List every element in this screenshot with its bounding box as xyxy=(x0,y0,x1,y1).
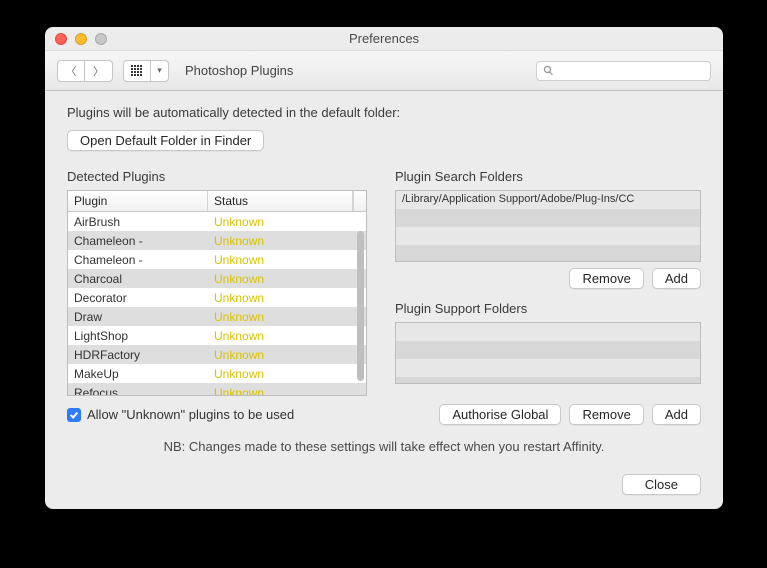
col-spacer xyxy=(353,191,366,211)
view-segment: ▾ xyxy=(123,60,169,82)
table-row[interactable]: HDRFactoryUnknown xyxy=(68,345,366,364)
support-add-button[interactable]: Add xyxy=(652,404,701,425)
list-item[interactable] xyxy=(396,323,700,341)
list-item[interactable] xyxy=(396,341,700,359)
plugin-status: Unknown xyxy=(208,234,366,248)
plugin-status: Unknown xyxy=(208,291,366,305)
plugin-name: Chameleon - xyxy=(68,234,208,248)
col-status[interactable]: Status xyxy=(208,191,353,211)
nav-segment: 〈 〉 xyxy=(57,60,113,82)
view-dropdown[interactable]: ▾ xyxy=(151,60,169,82)
plugin-name: MakeUp xyxy=(68,367,208,381)
table-row[interactable]: CharcoalUnknown xyxy=(68,269,366,288)
show-all-button[interactable] xyxy=(123,60,151,82)
allow-unknown-checkbox[interactable]: Allow "Unknown" plugins to be used xyxy=(67,407,294,422)
plugin-name: LightShop xyxy=(68,329,208,343)
table-row[interactable]: Chameleon -Unknown xyxy=(68,231,366,250)
search-add-button[interactable]: Add xyxy=(652,268,701,289)
detected-plugins-section: Detected Plugins Plugin Status AirBrushU… xyxy=(67,169,367,396)
plugin-status: Unknown xyxy=(208,253,366,267)
support-folders-list[interactable] xyxy=(395,322,701,384)
plugin-status: Unknown xyxy=(208,386,366,397)
plugin-status: Unknown xyxy=(208,272,366,286)
plugin-name: Decorator xyxy=(68,291,208,305)
table-row[interactable]: AirBrushUnknown xyxy=(68,212,366,231)
plugin-status: Unknown xyxy=(208,215,366,229)
list-item[interactable] xyxy=(396,245,700,262)
plugin-status: Unknown xyxy=(208,310,366,324)
authorise-global-button[interactable]: Authorise Global xyxy=(439,404,561,425)
list-item[interactable]: /Library/Application Support/Adobe/Plug-… xyxy=(396,191,700,209)
plugin-name: Charcoal xyxy=(68,272,208,286)
restart-note: NB: Changes made to these settings will … xyxy=(67,439,701,454)
window-title: Preferences xyxy=(45,31,723,46)
list-item[interactable] xyxy=(396,359,700,377)
list-item[interactable] xyxy=(396,227,700,245)
col-plugin[interactable]: Plugin xyxy=(68,191,208,211)
support-remove-button[interactable]: Remove xyxy=(569,404,643,425)
search-remove-button[interactable]: Remove xyxy=(569,268,643,289)
table-row[interactable]: MakeUpUnknown xyxy=(68,364,366,383)
search-folders-heading: Plugin Search Folders xyxy=(395,169,701,184)
preferences-window: Preferences 〈 〉 ▾ Photoshop Plugins Plug… xyxy=(45,27,723,509)
support-folders-heading: Plugin Support Folders xyxy=(395,301,701,316)
table-row[interactable]: DrawUnknown xyxy=(68,307,366,326)
plugin-name: HDRFactory xyxy=(68,348,208,362)
table-row[interactable]: LightShopUnknown xyxy=(68,326,366,345)
list-item[interactable] xyxy=(396,209,700,227)
plugin-name: AirBrush xyxy=(68,215,208,229)
search-folders-list[interactable]: /Library/Application Support/Adobe/Plug-… xyxy=(395,190,701,262)
allow-unknown-label: Allow "Unknown" plugins to be used xyxy=(87,407,294,422)
plugin-status: Unknown xyxy=(208,367,366,381)
open-default-folder-button[interactable]: Open Default Folder in Finder xyxy=(67,130,264,151)
search-icon xyxy=(543,65,554,76)
close-button[interactable]: Close xyxy=(622,474,701,495)
scrollbar[interactable] xyxy=(357,231,364,381)
plugin-name: Draw xyxy=(68,310,208,324)
list-item[interactable] xyxy=(396,377,700,384)
plugin-support-folders-section: Plugin Support Folders xyxy=(395,301,701,384)
plugin-name: Chameleon - xyxy=(68,253,208,267)
table-header: Plugin Status xyxy=(68,191,366,212)
plugin-status: Unknown xyxy=(208,348,366,362)
forward-button[interactable]: 〉 xyxy=(85,60,113,82)
grid-icon xyxy=(131,65,143,77)
table-row[interactable]: RefocusUnknown xyxy=(68,383,366,396)
table-row[interactable]: Chameleon -Unknown xyxy=(68,250,366,269)
intro-text: Plugins will be automatically detected i… xyxy=(67,105,701,120)
back-button[interactable]: 〈 xyxy=(57,60,85,82)
detected-plugins-table[interactable]: Plugin Status AirBrushUnknownChameleon -… xyxy=(67,190,367,396)
table-row[interactable]: DecoratorUnknown xyxy=(68,288,366,307)
checkbox-icon xyxy=(67,408,81,422)
search-input[interactable] xyxy=(558,65,704,77)
section-title: Photoshop Plugins xyxy=(185,63,293,78)
plugin-status: Unknown xyxy=(208,329,366,343)
search-field[interactable] xyxy=(536,61,711,81)
toolbar: 〈 〉 ▾ Photoshop Plugins xyxy=(45,51,723,91)
plugin-name: Refocus xyxy=(68,386,208,397)
detected-plugins-heading: Detected Plugins xyxy=(67,169,367,184)
titlebar: Preferences xyxy=(45,27,723,51)
content: Plugins will be automatically detected i… xyxy=(45,91,723,474)
plugin-search-folders-section: Plugin Search Folders /Library/Applicati… xyxy=(395,169,701,289)
